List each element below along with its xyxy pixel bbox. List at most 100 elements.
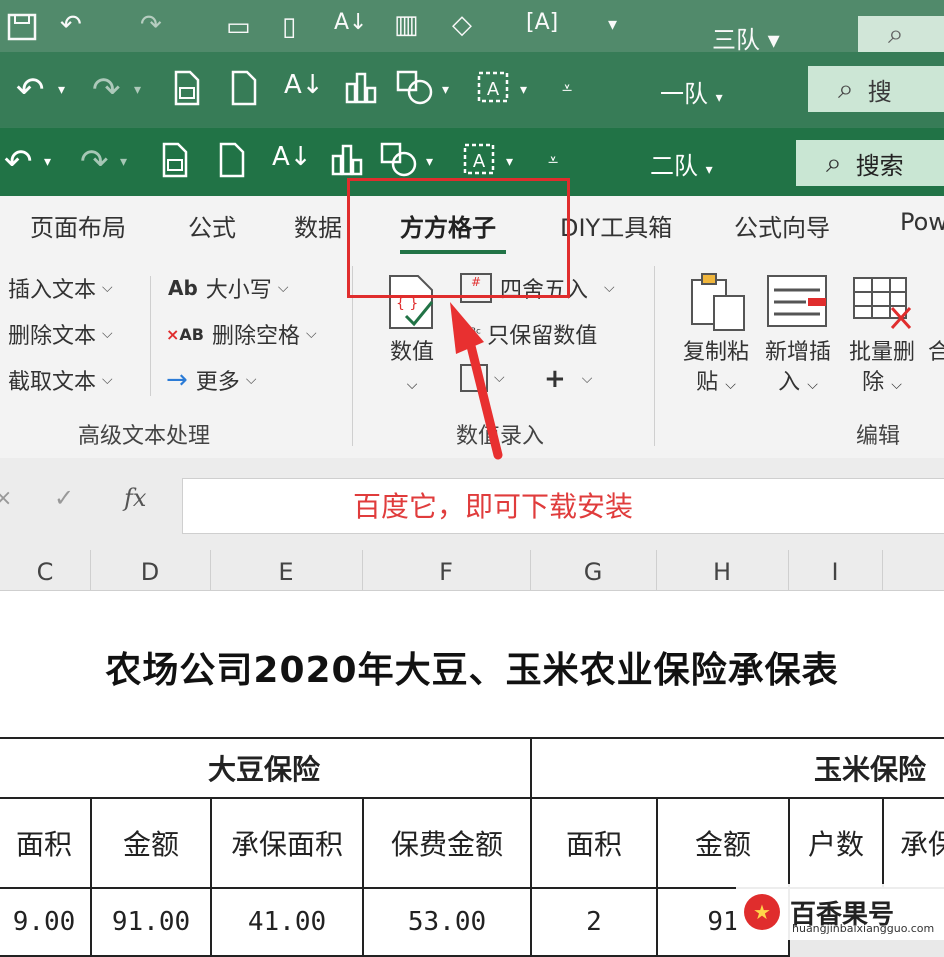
- subheader-cell[interactable]: 承保面积: [210, 797, 364, 889]
- watermark-logo-icon: ★: [744, 894, 780, 930]
- search-box-2[interactable]: ⌕ 搜索: [796, 140, 944, 186]
- search-label: 搜: [867, 77, 892, 106]
- shapes-dropdown-icon[interactable]: ▾: [426, 154, 433, 170]
- data-cell[interactable]: 2: [530, 887, 658, 957]
- new-document-icon[interactable]: [230, 70, 258, 113]
- undo-icon[interactable]: ↶: [4, 142, 33, 182]
- column-header[interactable]: I: [788, 550, 883, 590]
- team-selector-3[interactable]: 三队 ▾: [712, 20, 780, 52]
- quick-access-bar-1: ↶ ▾ ↷ ▾ A↓ ▾ A ▾ ⩡ 一队 ▾ ⌕ 搜: [0, 52, 944, 128]
- save-icon[interactable]: [6, 12, 38, 49]
- undo-icon[interactable]: ↶: [60, 10, 82, 40]
- team-selector-2[interactable]: 二队 ▾: [650, 146, 713, 181]
- chart-icon[interactable]: [344, 70, 378, 111]
- new-document-icon[interactable]: [218, 142, 246, 185]
- print-preview-icon[interactable]: [172, 70, 202, 113]
- batch-delete-button[interactable]: 批量删除 ⌵: [842, 338, 922, 400]
- chart-icon[interactable]: [330, 142, 364, 183]
- tab-data[interactable]: 数据: [294, 208, 342, 243]
- watermark-url: huangjinbaixiangguo.com: [792, 922, 935, 935]
- formula-input[interactable]: 百度它，即可下载安装: [182, 478, 944, 534]
- textbox-icon[interactable]: A: [476, 70, 510, 111]
- customize-qat-icon[interactable]: ⩡: [562, 78, 572, 99]
- column-header[interactable]: C: [0, 550, 91, 590]
- search-label: 搜索: [855, 151, 904, 180]
- subheader-cell[interactable]: 面积: [0, 797, 92, 889]
- print-preview-icon[interactable]: ▭: [226, 12, 251, 42]
- divider: [654, 266, 655, 446]
- data-cell[interactable]: 53.00: [362, 887, 532, 957]
- column-header[interactable]: G: [530, 550, 657, 590]
- tab-power[interactable]: Pow: [900, 208, 944, 236]
- column-header[interactable]: E: [210, 550, 363, 590]
- redo-dropdown-icon[interactable]: ▾: [120, 154, 127, 170]
- add-button[interactable]: + ⌵: [544, 364, 592, 394]
- copy-paste-label: 复制粘: [682, 340, 749, 365]
- textbox-icon[interactable]: [A]: [526, 10, 558, 35]
- undo-icon[interactable]: ↶: [16, 70, 45, 110]
- delete-text-button[interactable]: 删除文本 ⌵: [8, 318, 113, 350]
- shapes-icon[interactable]: [396, 70, 436, 113]
- column-header[interactable]: H: [656, 550, 789, 590]
- data-cell[interactable]: 41.00: [210, 887, 364, 957]
- print-preview-icon[interactable]: [160, 142, 190, 185]
- case-button[interactable]: Ab 大小写 ⌵: [168, 272, 288, 304]
- redo-icon[interactable]: ↷: [92, 70, 121, 110]
- shapes-dropdown-icon[interactable]: ▾: [442, 82, 449, 98]
- textbox-dropdown-icon[interactable]: ▾: [520, 82, 527, 98]
- search-box-3[interactable]: ⌕: [858, 16, 944, 52]
- subheader-cell[interactable]: 面积: [530, 797, 658, 889]
- sheet-title[interactable]: 农场公司2020年大豆、玉米农业保险承保表: [0, 641, 944, 693]
- insert-text-button[interactable]: 插入文本 ⌵: [8, 272, 113, 304]
- group-label-edit: 编辑: [856, 424, 901, 449]
- delete-spaces-button[interactable]: ×AB 删除空格 ⌵: [166, 318, 317, 350]
- textbox-icon[interactable]: A: [462, 142, 496, 183]
- merge-button[interactable]: 合: [928, 338, 944, 368]
- undo-dropdown-icon[interactable]: ▾: [44, 154, 51, 170]
- tab-diy-toolbox[interactable]: DIY工具箱: [560, 208, 672, 243]
- copy-paste-button[interactable]: 复制粘贴 ⌵: [676, 338, 756, 400]
- subheader-cell[interactable]: 金额: [90, 797, 212, 889]
- tab-page-layout[interactable]: 页面布局: [30, 208, 126, 243]
- textbox-dropdown-icon[interactable]: ▾: [506, 154, 513, 170]
- new-insert-button[interactable]: 新增插入 ⌵: [758, 338, 838, 400]
- redo-icon[interactable]: ↷: [140, 10, 162, 40]
- column-header[interactable]: F: [362, 550, 531, 590]
- data-cell[interactable]: 91.00: [90, 887, 212, 957]
- function-icon[interactable]: fx: [124, 484, 146, 512]
- soy-insurance-header[interactable]: 大豆保险: [0, 737, 532, 799]
- tab-formula-wizard[interactable]: 公式向导: [734, 208, 830, 243]
- extract-text-button[interactable]: 截取文本 ⌵: [8, 364, 113, 396]
- column-header[interactable]: D: [90, 550, 211, 590]
- new-insert-icon: [766, 274, 830, 334]
- customize-qat-icon[interactable]: ⩡: [548, 150, 558, 171]
- tab-formulas[interactable]: 公式: [188, 208, 236, 243]
- new-document-icon[interactable]: ▯: [282, 12, 296, 42]
- subheader-cell[interactable]: 承保: [882, 797, 944, 889]
- subheader-cell[interactable]: 金额: [656, 797, 790, 889]
- redo-dropdown-icon[interactable]: ▾: [134, 82, 141, 98]
- subheader-cell[interactable]: 保费金额: [362, 797, 532, 889]
- cancel-icon[interactable]: ×: [0, 486, 12, 511]
- undo-dropdown-icon[interactable]: ▾: [58, 82, 65, 98]
- delete-spaces-icon: ×AB: [166, 324, 204, 344]
- more-button[interactable]: → 更多 ⌵: [166, 364, 256, 396]
- new-insert-label-2: 入: [778, 370, 801, 395]
- batch-delete-label-2: 除: [862, 370, 885, 395]
- value-button[interactable]: 数值 ⌵: [384, 338, 440, 400]
- data-cell[interactable]: 9.00: [0, 887, 92, 957]
- search-box-1[interactable]: ⌕ 搜: [808, 66, 944, 112]
- chart-icon[interactable]: ▥: [394, 10, 419, 40]
- subheader-cell[interactable]: 户数: [788, 797, 884, 889]
- sort-az-icon[interactable]: A↓: [284, 70, 324, 100]
- customize-qat-icon[interactable]: ▾: [608, 14, 617, 35]
- copy-paste-label-2: 贴: [696, 370, 719, 395]
- sort-az-icon[interactable]: A↓: [334, 10, 367, 35]
- chevron-down-icon: ⌵: [102, 326, 113, 342]
- confirm-icon[interactable]: ✓: [54, 484, 74, 512]
- sort-az-icon[interactable]: A↓: [272, 142, 312, 172]
- corn-insurance-header[interactable]: 玉米保险: [530, 737, 944, 799]
- team-selector-1[interactable]: 一队 ▾: [660, 74, 723, 109]
- redo-icon[interactable]: ↷: [80, 142, 109, 182]
- shapes-icon[interactable]: ◇: [452, 10, 472, 40]
